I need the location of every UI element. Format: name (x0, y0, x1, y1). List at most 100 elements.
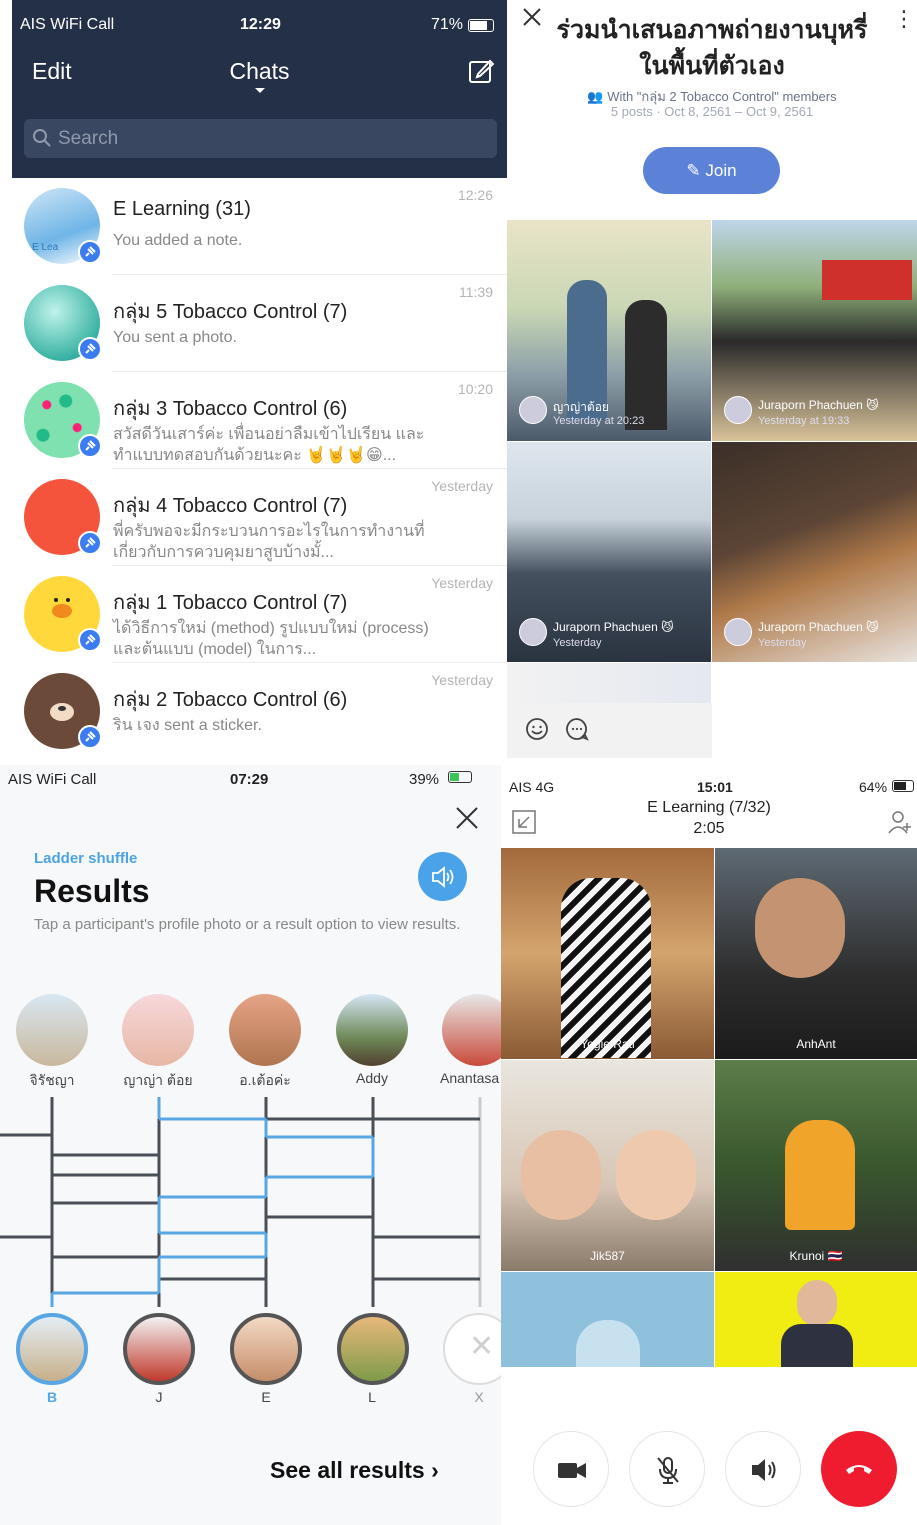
mute-button[interactable] (629, 1431, 705, 1507)
status-carrier: AIS WiFi Call (8, 771, 97, 788)
avatar (519, 618, 547, 646)
chats-screen: AIS WiFi Call 12:29 71% Edit Chats Searc… (12, 0, 507, 765)
search-icon (33, 129, 51, 147)
chat-preview: สวัสดีวันเสาร์ค่ะ เพื่อนอย่าลืมเข้าไปเรี… (113, 426, 425, 464)
chat-time: 10:20 (457, 381, 493, 397)
chat-title: กลุ่ม 2 Tobacco Control (6) (113, 689, 348, 711)
result-label: L (368, 1389, 376, 1405)
video-tile[interactable]: Krunoi 🇹🇭 (715, 1060, 917, 1271)
result-label: J (155, 1389, 163, 1405)
add-user-icon[interactable] (887, 809, 913, 835)
chat-time: Yesterday (431, 478, 493, 494)
chat-time: Yesterday (431, 672, 493, 688)
poster-name: Juraporn Phachuen 😼 (758, 620, 879, 634)
see-all-results-button[interactable]: See all results › (270, 1457, 439, 1484)
video-tile[interactable]: AnhAnt (715, 848, 917, 1059)
camera-button[interactable] (533, 1431, 609, 1507)
status-time: 12:29 (240, 16, 281, 33)
page-subtitle: Tap a participant's profile photo or a r… (34, 916, 461, 933)
speaker-button[interactable] (725, 1431, 801, 1507)
chat-row[interactable]: กลุ่ม 2 Tobacco Control (6) ริน เจง sent… (12, 663, 507, 760)
pin-icon (78, 725, 102, 749)
album-photo[interactable]: ญาญ่าต้อย Yesterday at 20:23 (507, 220, 711, 441)
participant-name: Jik587 (590, 1249, 625, 1263)
reaction-bar (507, 703, 712, 758)
post-time: Yesterday at 19:33 (758, 415, 850, 427)
more-icon[interactable]: ⋮ (893, 6, 915, 32)
participant[interactable]: อ.เต้อค่ะ (227, 994, 303, 1092)
album-photo[interactable]: Juraporn Phachuen 😼 Yesterday at 19:33 (712, 220, 917, 441)
chat-row[interactable]: กลุ่ม 5 Tobacco Control (7) You sent a p… (12, 275, 507, 372)
status-time: 15:01 (697, 779, 733, 795)
pin-icon (78, 240, 102, 264)
ladder-kicker: Ladder shuffle (34, 850, 138, 867)
album-screen: ⋮ ร่วมนำเสนอภาพถ่ายงานบุหรี่ในพื้นที่ตัว… (507, 0, 917, 765)
status-carrier: AIS 4G (509, 779, 555, 795)
avatar (724, 618, 752, 646)
chat-preview: พี่ครับพอจะมีกระบวนการอะไรในการทำงานที่เ… (113, 523, 425, 561)
chats-title[interactable]: Chats (12, 58, 507, 85)
speaker-icon (752, 1459, 776, 1481)
video-tile[interactable] (501, 1272, 714, 1367)
close-icon[interactable] (521, 6, 543, 28)
smiley-icon[interactable] (525, 717, 549, 741)
chats-header: AIS WiFi Call 12:29 71% Edit Chats Searc… (12, 0, 507, 178)
chat-time: 12:26 (457, 187, 493, 203)
chevron-down-icon (255, 88, 265, 93)
result-option[interactable] (123, 1313, 195, 1385)
participant[interactable]: จิรัชญา (14, 994, 90, 1092)
ladder-diagram (0, 1097, 482, 1307)
participant[interactable]: Addy (334, 994, 410, 1086)
participant-name: Yogie Rati (580, 1037, 635, 1051)
search-placeholder: Search (58, 128, 119, 149)
pin-icon (78, 531, 102, 555)
chat-time: 11:39 (459, 284, 493, 300)
close-icon[interactable] (454, 805, 480, 831)
chat-title: กลุ่ม 5 Tobacco Control (7) (113, 301, 348, 323)
chat-title: E Learning (31) (113, 198, 251, 220)
post-time: Yesterday at 20:23 (553, 415, 645, 427)
album-photo[interactable]: Juraporn Phachuen 😼 Yesterday (712, 442, 917, 662)
result-option[interactable] (337, 1313, 409, 1385)
album-photo[interactable] (507, 663, 711, 703)
mic-off-icon (657, 1457, 679, 1484)
participant-name: Krunoi 🇹🇭 (789, 1249, 843, 1263)
compose-icon[interactable] (468, 58, 494, 84)
comment-icon[interactable] (565, 717, 589, 741)
battery-icon (468, 19, 494, 32)
pin-icon (78, 434, 102, 458)
album-photo[interactable]: Juraporn Phachuen 😼 Yesterday (507, 442, 711, 662)
participant-name: AnhAnt (796, 1037, 836, 1051)
video-tile[interactable] (715, 1272, 917, 1367)
participant[interactable]: ญาญ่า ต้อย (120, 994, 196, 1092)
participant[interactable]: Anantasa anput (440, 994, 501, 1086)
result-option[interactable]: ✕ (443, 1313, 501, 1385)
status-time: 07:29 (230, 771, 269, 788)
status-battery: 71% (431, 16, 464, 33)
call-screen: AIS 4G 15:01 64% E Learning (7/32) 2:05 … (501, 765, 917, 1525)
battery-icon (448, 771, 472, 783)
chat-row[interactable]: E Lea E Learning (31) You added a note. … (12, 178, 507, 275)
video-tile[interactable]: Yogie Rati (501, 848, 714, 1059)
status-carrier: AIS WiFi Call (20, 16, 115, 33)
call-title: E Learning (7/32) (647, 799, 771, 816)
search-input[interactable]: Search (24, 119, 497, 158)
result-option[interactable] (230, 1313, 302, 1385)
status-battery: 64% (859, 779, 888, 795)
chat-row[interactable]: กลุ่ม 1 Tobacco Control (7) ได้วิธีการให… (12, 566, 507, 663)
status-battery: 39% (409, 771, 440, 788)
video-tile[interactable]: Jik587 (501, 1060, 714, 1271)
chat-time: Yesterday (431, 575, 493, 591)
result-option[interactable] (16, 1313, 88, 1385)
ladder-screen: AIS WiFi Call 07:29 39% Ladder shuffle R… (0, 765, 501, 1525)
chat-title: กลุ่ม 4 Tobacco Control (7) (113, 495, 348, 517)
album-title: ร่วมนำเสนอภาพถ่ายงานบุหรี่ในพื้นที่ตัวเอ… (556, 16, 868, 80)
chat-row[interactable]: กลุ่ม 3 Tobacco Control (6) สวัสดีวันเสา… (12, 372, 507, 469)
join-button[interactable]: ✎ Join (643, 147, 780, 194)
speaker-icon (432, 866, 454, 888)
end-call-button[interactable] (821, 1431, 897, 1507)
sound-button[interactable] (418, 852, 467, 901)
chat-row[interactable]: กลุ่ม 4 Tobacco Control (7) พี่ครับพอจะม… (12, 469, 507, 566)
post-time: Yesterday (758, 637, 807, 649)
album-meta: 5 posts · Oct 8, 2561 – Oct 9, 2561 (610, 104, 814, 119)
